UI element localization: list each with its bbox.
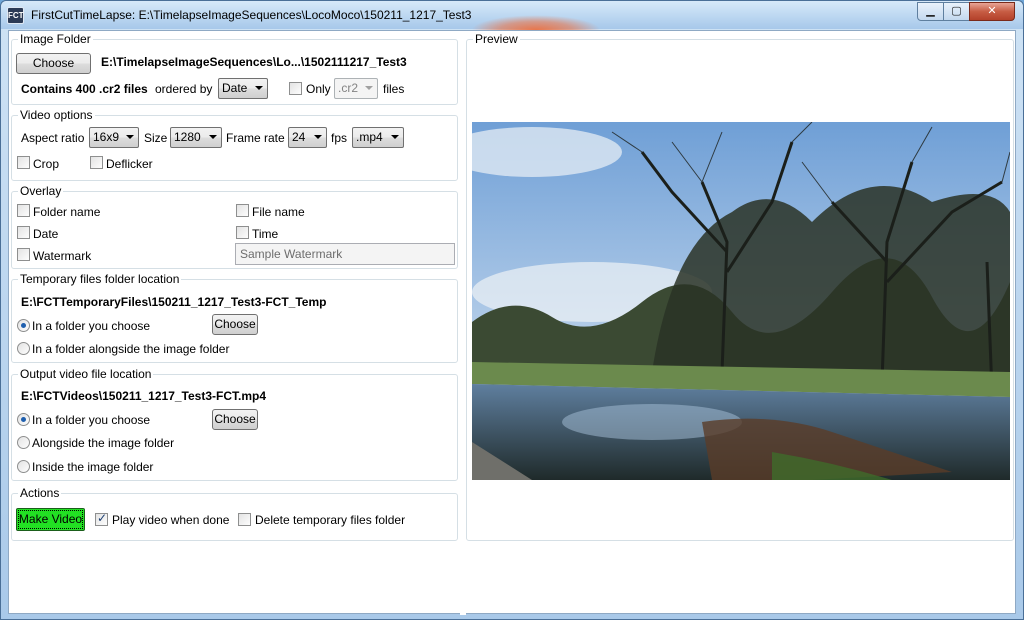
only-extension-value: .cr2 — [338, 81, 359, 95]
file-count-text: Contains 400 .cr2 files — [21, 82, 148, 96]
temp-folder-choose-label: In a folder you choose — [32, 319, 151, 333]
image-folder-group: Image Folder Choose E:\TimelapseImageSeq… — [11, 32, 458, 105]
format-select[interactable]: .mp4 — [352, 127, 404, 148]
image-folder-path: E:\TimelapseImageSequences\Lo...\1502111… — [101, 55, 407, 69]
maximize-button[interactable]: ▢ — [943, 2, 970, 21]
aspect-ratio-value: 16x9 — [93, 130, 120, 144]
actions-legend: Actions — [18, 486, 62, 500]
chevron-down-icon — [314, 135, 322, 139]
preview-legend: Preview — [473, 32, 520, 46]
title-bar[interactable]: FCT FirstCutTimeLapse: E:\TimelapseImage… — [1, 1, 1023, 45]
chevron-down-icon — [209, 135, 217, 139]
output-choose-button[interactable]: Choose — [212, 409, 258, 430]
output-group: Output video file location E:\FCTVideos\… — [11, 367, 458, 481]
time-checkbox[interactable] — [236, 226, 249, 239]
image-folder-choose-button[interactable]: Choose — [16, 53, 91, 74]
crop-label: Crop — [33, 157, 60, 171]
preview-group: Preview — [466, 32, 1014, 541]
chevron-down-icon — [391, 135, 399, 139]
output-inside-radio[interactable] — [17, 460, 30, 473]
size-select[interactable]: 1280 — [170, 127, 222, 148]
temp-folder-path: E:\FCTTemporaryFiles\150211_1217_Test3-F… — [21, 295, 327, 309]
play-when-done-label: Play video when done — [112, 513, 230, 527]
temp-folder-alongside-label: In a folder alongside the image folder — [32, 342, 230, 356]
video-options-legend: Video options — [18, 108, 95, 122]
ordered-by-select[interactable]: Date — [218, 78, 268, 99]
crop-checkbox[interactable] — [17, 156, 30, 169]
preview-landscape-image — [472, 122, 1010, 480]
only-checkbox[interactable] — [289, 82, 302, 95]
frame-rate-value: 24 — [292, 130, 306, 144]
folder-name-label: Folder name — [33, 205, 101, 219]
chevron-down-icon — [255, 86, 263, 90]
chevron-down-icon — [365, 86, 373, 90]
app-icon: FCT — [7, 7, 24, 24]
ordered-by-label: ordered by — [155, 82, 213, 96]
play-when-done-checkbox[interactable] — [95, 511, 108, 526]
delete-temp-label: Delete temporary files folder — [255, 513, 406, 527]
deflicker-checkbox[interactable] — [90, 156, 103, 169]
format-value: .mp4 — [356, 130, 383, 144]
date-checkbox[interactable] — [17, 226, 30, 239]
output-path: E:\FCTVideos\150211_1217_Test3-FCT.mp4 — [21, 389, 267, 403]
temp-folder-legend: Temporary files folder location — [18, 272, 182, 286]
watermark-input[interactable]: Sample Watermark — [235, 243, 455, 265]
files-label: files — [383, 82, 405, 96]
watermark-label: Watermark — [33, 249, 92, 263]
folder-name-checkbox[interactable] — [17, 204, 30, 217]
only-label: Only — [306, 82, 331, 96]
minimize-icon: ▁ — [926, 5, 935, 17]
close-icon: ✕ — [987, 5, 997, 17]
output-choose-label: In a folder you choose — [32, 413, 151, 427]
aspect-ratio-select[interactable]: 16x9 — [89, 127, 139, 148]
frame-rate-select[interactable]: 24 — [288, 127, 327, 148]
fps-label: fps — [331, 131, 348, 145]
image-folder-legend: Image Folder — [18, 32, 93, 46]
minimize-button[interactable]: ▁ — [917, 2, 944, 21]
temp-folder-choose-radio[interactable] — [17, 319, 30, 332]
watermark-checkbox[interactable] — [17, 248, 30, 261]
deflicker-label: Deflicker — [106, 157, 153, 171]
size-label: Size — [144, 131, 168, 145]
output-legend: Output video file location — [18, 367, 154, 381]
video-options-group: Video options Aspect ratio 16x9 Size 128… — [11, 108, 458, 181]
temp-folder-group: Temporary files folder location E:\FCTTe… — [11, 272, 458, 363]
output-alongside-radio[interactable] — [17, 436, 30, 449]
frame-rate-label: Frame rate — [226, 131, 285, 145]
temp-folder-alongside-radio[interactable] — [17, 342, 30, 355]
time-label: Time — [252, 227, 279, 241]
actions-group: Actions Make Video Play video when done … — [11, 486, 458, 541]
size-value: 1280 — [174, 130, 201, 144]
output-choose-radio[interactable] — [17, 413, 30, 426]
maximize-icon: ▢ — [951, 5, 962, 17]
output-alongside-label: Alongside the image folder — [32, 436, 175, 450]
only-extension-select[interactable]: .cr2 — [334, 78, 378, 99]
output-inside-label: Inside the image folder — [32, 460, 154, 474]
temp-folder-choose-button[interactable]: Choose — [212, 314, 258, 335]
overlay-legend: Overlay — [18, 184, 64, 198]
date-label: Date — [33, 227, 59, 241]
delete-temp-checkbox[interactable] — [238, 513, 251, 526]
make-video-button[interactable]: Make Video — [16, 508, 85, 531]
preview-image — [472, 122, 1010, 480]
file-name-label: File name — [252, 205, 305, 219]
chevron-down-icon — [126, 135, 134, 139]
overlay-group: Overlay Folder name File name Date Time … — [11, 184, 458, 269]
close-button[interactable]: ✕ — [969, 2, 1015, 21]
ordered-by-value: Date — [222, 81, 248, 95]
window-title: FirstCutTimeLapse: E:\TimelapseImageSequ… — [31, 8, 472, 22]
client-area: Image Folder Choose E:\TimelapseImageSeq… — [8, 30, 1016, 615]
file-name-checkbox[interactable] — [236, 204, 249, 217]
app-window: FCT FirstCutTimeLapse: E:\TimelapseImage… — [0, 0, 1024, 620]
aspect-ratio-label: Aspect ratio — [21, 131, 85, 145]
